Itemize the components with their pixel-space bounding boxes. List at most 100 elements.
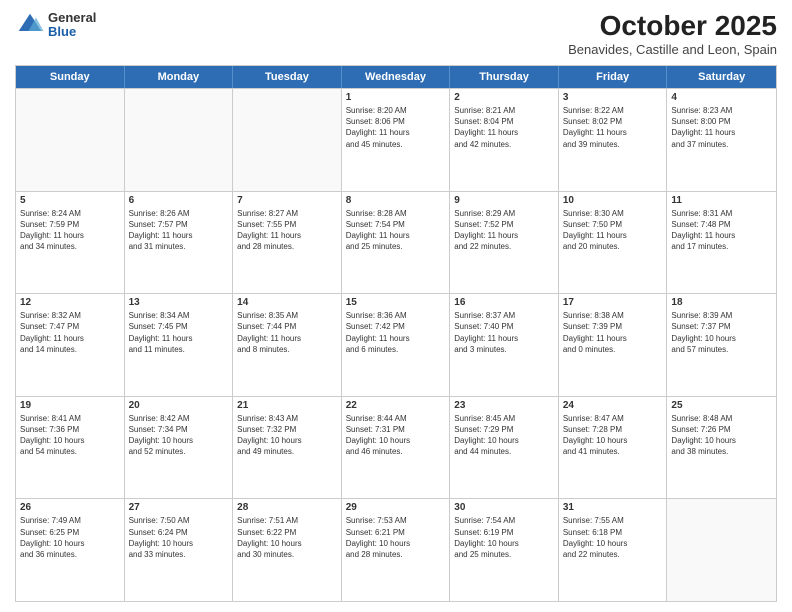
weekday-header-wednesday: Wednesday xyxy=(342,66,451,88)
day-cell-9: 9Sunrise: 8:29 AMSunset: 7:52 PMDaylight… xyxy=(450,192,559,294)
day-cell-21: 21 Sunrise: 8:43 AMSunset: 7:32 PMDayligh… xyxy=(233,397,342,499)
day-number: 8 xyxy=(346,195,446,206)
day-number: 24 xyxy=(563,400,663,411)
day-info: Sunrise: 7:49 AMSunset: 6:25 PMDaylight:… xyxy=(20,515,120,560)
day-number: 3 xyxy=(563,92,663,103)
day-number: 7 xyxy=(237,195,337,206)
day-cell-15: 15 Sunrise: 8:36 AMSunset: 7:42 PMDayligh… xyxy=(342,294,451,396)
day-info: Sunrise: 8:44 AMSunset: 7:31 PMDaylight:… xyxy=(346,413,446,458)
day-cell-28: 28 Sunrise: 7:51 AMSunset: 6:22 PMDayligh… xyxy=(233,499,342,601)
day-number: 21 xyxy=(237,400,337,411)
day-cell-18: 18 Sunrise: 8:39 AMSunset: 7:37 PMDayligh… xyxy=(667,294,776,396)
day-cell-3: 3 Sunrise: 8:22 AMSunset: 8:02 PMDaylight… xyxy=(559,89,668,191)
day-info: Sunrise: 8:35 AMSunset: 7:44 PMDaylight:… xyxy=(237,310,337,355)
day-cell-7: 7Sunrise: 8:27 AMSunset: 7:55 PMDaylight… xyxy=(233,192,342,294)
day-number: 15 xyxy=(346,297,446,308)
day-info: Sunrise: 7:53 AMSunset: 6:21 PMDaylight:… xyxy=(346,515,446,560)
day-number: 9 xyxy=(454,195,554,206)
day-cell-4: 4Sunrise: 8:23 AMSunset: 8:00 PMDaylight… xyxy=(667,89,776,191)
calendar-header: SundayMondayTuesdayWednesdayThursdayFrid… xyxy=(16,66,776,88)
day-info: Sunrise: 8:22 AMSunset: 8:02 PMDaylight:… xyxy=(563,105,663,150)
day-number: 18 xyxy=(671,297,772,308)
weekday-header-saturday: Saturday xyxy=(667,66,776,88)
page-title: October 2025 xyxy=(568,10,777,42)
logo: General Blue xyxy=(15,10,96,40)
logo-blue: Blue xyxy=(48,25,96,39)
logo-icon xyxy=(15,10,45,40)
day-number: 1 xyxy=(346,92,446,103)
day-number: 6 xyxy=(129,195,229,206)
day-info: Sunrise: 8:41 AMSunset: 7:36 PMDaylight:… xyxy=(20,413,120,458)
day-info: Sunrise: 8:45 AMSunset: 7:29 PMDaylight:… xyxy=(454,413,554,458)
day-cell-22: 22 Sunrise: 8:44 AMSunset: 7:31 PMDayligh… xyxy=(342,397,451,499)
day-number: 22 xyxy=(346,400,446,411)
day-cell-31: 31 Sunrise: 7:55 AMSunset: 6:18 PMDayligh… xyxy=(559,499,668,601)
day-cell-23: 23 Sunrise: 8:45 AMSunset: 7:29 PMDayligh… xyxy=(450,397,559,499)
header: General Blue October 2025 Benavides, Cas… xyxy=(15,10,777,57)
day-number: 20 xyxy=(129,400,229,411)
week-row-2: 5Sunrise: 8:24 AMSunset: 7:59 PMDaylight… xyxy=(16,191,776,294)
day-cell-26: 26 Sunrise: 7:49 AMSunset: 6:25 PMDayligh… xyxy=(16,499,125,601)
day-cell-empty xyxy=(16,89,125,191)
page-subtitle: Benavides, Castille and Leon, Spain xyxy=(568,42,777,57)
day-info: Sunrise: 8:48 AMSunset: 7:26 PMDaylight:… xyxy=(671,413,772,458)
calendar-body: 1 Sunrise: 8:20 AMSunset: 8:06 PMDaylight… xyxy=(16,88,776,601)
weekday-header-tuesday: Tuesday xyxy=(233,66,342,88)
title-block: October 2025 Benavides, Castille and Leo… xyxy=(568,10,777,57)
day-number: 31 xyxy=(563,502,663,513)
day-cell-20: 20 Sunrise: 8:42 AMSunset: 7:34 PMDayligh… xyxy=(125,397,234,499)
week-row-4: 19Sunrise: 8:41 AMSunset: 7:36 PMDayligh… xyxy=(16,396,776,499)
weekday-header-monday: Monday xyxy=(125,66,234,88)
day-cell-19: 19Sunrise: 8:41 AMSunset: 7:36 PMDayligh… xyxy=(16,397,125,499)
day-cell-30: 30Sunrise: 7:54 AMSunset: 6:19 PMDayligh… xyxy=(450,499,559,601)
day-cell-8: 8 Sunrise: 8:28 AMSunset: 7:54 PMDaylight… xyxy=(342,192,451,294)
calendar: SundayMondayTuesdayWednesdayThursdayFrid… xyxy=(15,65,777,602)
day-info: Sunrise: 7:51 AMSunset: 6:22 PMDaylight:… xyxy=(237,515,337,560)
day-number: 13 xyxy=(129,297,229,308)
day-info: Sunrise: 8:30 AMSunset: 7:50 PMDaylight:… xyxy=(563,208,663,253)
day-info: Sunrise: 7:50 AMSunset: 6:24 PMDaylight:… xyxy=(129,515,229,560)
day-number: 17 xyxy=(563,297,663,308)
day-cell-empty xyxy=(233,89,342,191)
day-cell-24: 24 Sunrise: 8:47 AMSunset: 7:28 PMDayligh… xyxy=(559,397,668,499)
day-number: 28 xyxy=(237,502,337,513)
day-cell-empty xyxy=(125,89,234,191)
day-info: Sunrise: 8:43 AMSunset: 7:32 PMDaylight:… xyxy=(237,413,337,458)
day-cell-6: 6 Sunrise: 8:26 AMSunset: 7:57 PMDaylight… xyxy=(125,192,234,294)
day-cell-5: 5Sunrise: 8:24 AMSunset: 7:59 PMDaylight… xyxy=(16,192,125,294)
day-info: Sunrise: 8:21 AMSunset: 8:04 PMDaylight:… xyxy=(454,105,554,150)
day-number: 14 xyxy=(237,297,337,308)
day-info: Sunrise: 8:37 AMSunset: 7:40 PMDaylight:… xyxy=(454,310,554,355)
day-cell-1: 1 Sunrise: 8:20 AMSunset: 8:06 PMDaylight… xyxy=(342,89,451,191)
day-info: Sunrise: 8:28 AMSunset: 7:54 PMDaylight:… xyxy=(346,208,446,253)
logo-general: General xyxy=(48,11,96,25)
day-number: 5 xyxy=(20,195,120,206)
day-cell-16: 16 Sunrise: 8:37 AMSunset: 7:40 PMDayligh… xyxy=(450,294,559,396)
day-info: Sunrise: 8:36 AMSunset: 7:42 PMDaylight:… xyxy=(346,310,446,355)
week-row-3: 12Sunrise: 8:32 AMSunset: 7:47 PMDayligh… xyxy=(16,293,776,396)
day-number: 25 xyxy=(671,400,772,411)
day-cell-11: 11Sunrise: 8:31 AMSunset: 7:48 PMDayligh… xyxy=(667,192,776,294)
day-info: Sunrise: 8:20 AMSunset: 8:06 PMDaylight:… xyxy=(346,105,446,150)
day-info: Sunrise: 8:38 AMSunset: 7:39 PMDaylight:… xyxy=(563,310,663,355)
day-number: 27 xyxy=(129,502,229,513)
day-number: 16 xyxy=(454,297,554,308)
day-info: Sunrise: 8:31 AMSunset: 7:48 PMDaylight:… xyxy=(671,208,772,253)
day-number: 12 xyxy=(20,297,120,308)
day-cell-12: 12Sunrise: 8:32 AMSunset: 7:47 PMDayligh… xyxy=(16,294,125,396)
day-cell-14: 14 Sunrise: 8:35 AMSunset: 7:44 PMDayligh… xyxy=(233,294,342,396)
day-info: Sunrise: 8:47 AMSunset: 7:28 PMDaylight:… xyxy=(563,413,663,458)
day-cell-10: 10 Sunrise: 8:30 AMSunset: 7:50 PMDayligh… xyxy=(559,192,668,294)
day-cell-13: 13 Sunrise: 8:34 AMSunset: 7:45 PMDayligh… xyxy=(125,294,234,396)
day-cell-2: 2Sunrise: 8:21 AMSunset: 8:04 PMDaylight… xyxy=(450,89,559,191)
day-number: 10 xyxy=(563,195,663,206)
day-info: Sunrise: 8:39 AMSunset: 7:37 PMDaylight:… xyxy=(671,310,772,355)
day-info: Sunrise: 8:34 AMSunset: 7:45 PMDaylight:… xyxy=(129,310,229,355)
day-number: 23 xyxy=(454,400,554,411)
day-info: Sunrise: 8:26 AMSunset: 7:57 PMDaylight:… xyxy=(129,208,229,253)
day-number: 26 xyxy=(20,502,120,513)
day-cell-empty xyxy=(667,499,776,601)
day-info: Sunrise: 7:55 AMSunset: 6:18 PMDaylight:… xyxy=(563,515,663,560)
day-info: Sunrise: 8:42 AMSunset: 7:34 PMDaylight:… xyxy=(129,413,229,458)
day-number: 4 xyxy=(671,92,772,103)
